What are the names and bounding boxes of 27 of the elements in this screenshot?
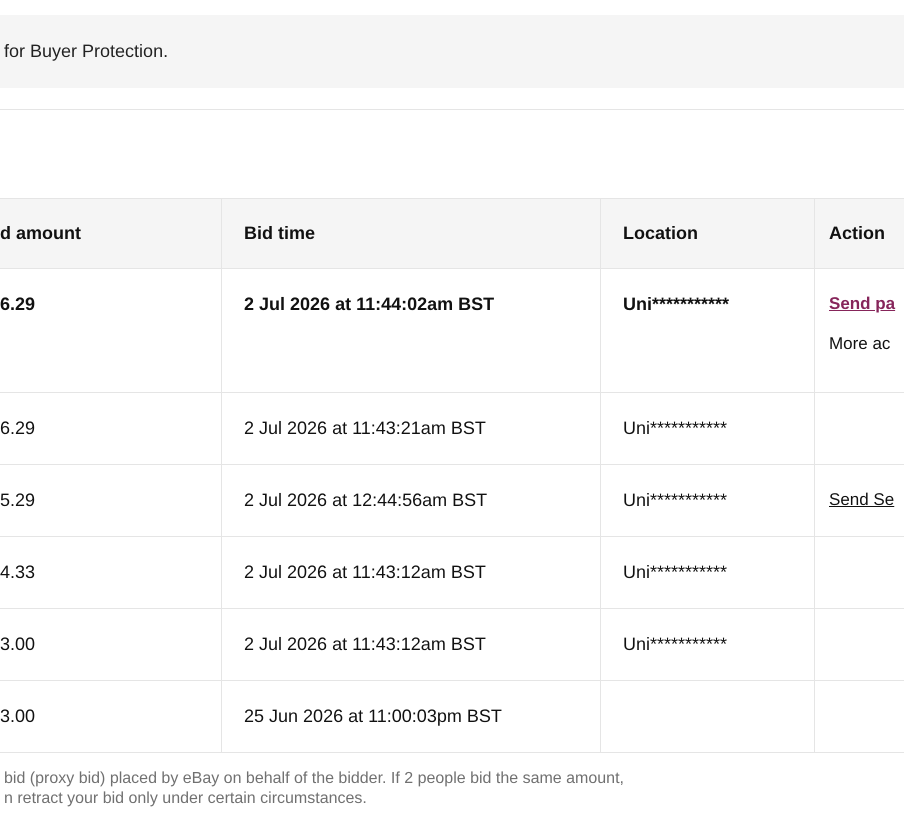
footnote-text: bid (proxy bid) placed by eBay on behalf of the bidder. If 2 people bid the same amount, <box>3 769 625 789</box>
table-cell-text: 3.00 <box>0 633 36 656</box>
notice-text: for Buyer Protection. <box>4 41 168 62</box>
column-header: Action <box>814 199 904 268</box>
footnote-text: n retract your bid only under certain circumstances. <box>3 789 368 809</box>
table-cell: 2 Jul 2026 at 11:43:12am BST <box>221 609 600 680</box>
action-link[interactable]: Send Se <box>829 490 894 510</box>
column-header: d amount <box>0 222 82 245</box>
action-link[interactable]: Send pa <box>829 294 896 314</box>
table-cell: Uni*********** <box>600 269 814 392</box>
table-cell: 2 Jul 2026 at 11:43:12am BST <box>221 537 600 608</box>
table-cell: Uni*********** <box>600 609 814 680</box>
table-cell: Uni*********** <box>600 465 814 536</box>
table-cell-text: 5.29 <box>0 489 36 512</box>
column-header: Bid time <box>221 199 600 268</box>
table-cell: Uni*********** <box>600 393 814 464</box>
table-cell-text: 6.29 <box>0 293 36 316</box>
column-header: Location <box>600 199 814 268</box>
table-cell-text: 6.29 <box>0 417 36 440</box>
table-cell: 25 Jun 2026 at 11:00:03pm BST <box>221 681 600 752</box>
more-actions-menu[interactable]: More ac <box>829 334 890 354</box>
table-cell: 2 Jul 2026 at 12:44:56am BST <box>221 465 600 536</box>
table-cell: 2 Jul 2026 at 11:43:21am BST <box>221 393 600 464</box>
table-cell-text: 3.00 <box>0 705 36 728</box>
table-cell: Uni*********** <box>600 537 814 608</box>
table-cell: 2 Jul 2026 at 11:44:02am BST <box>221 269 600 392</box>
table-cell-text: 4.33 <box>0 561 36 584</box>
